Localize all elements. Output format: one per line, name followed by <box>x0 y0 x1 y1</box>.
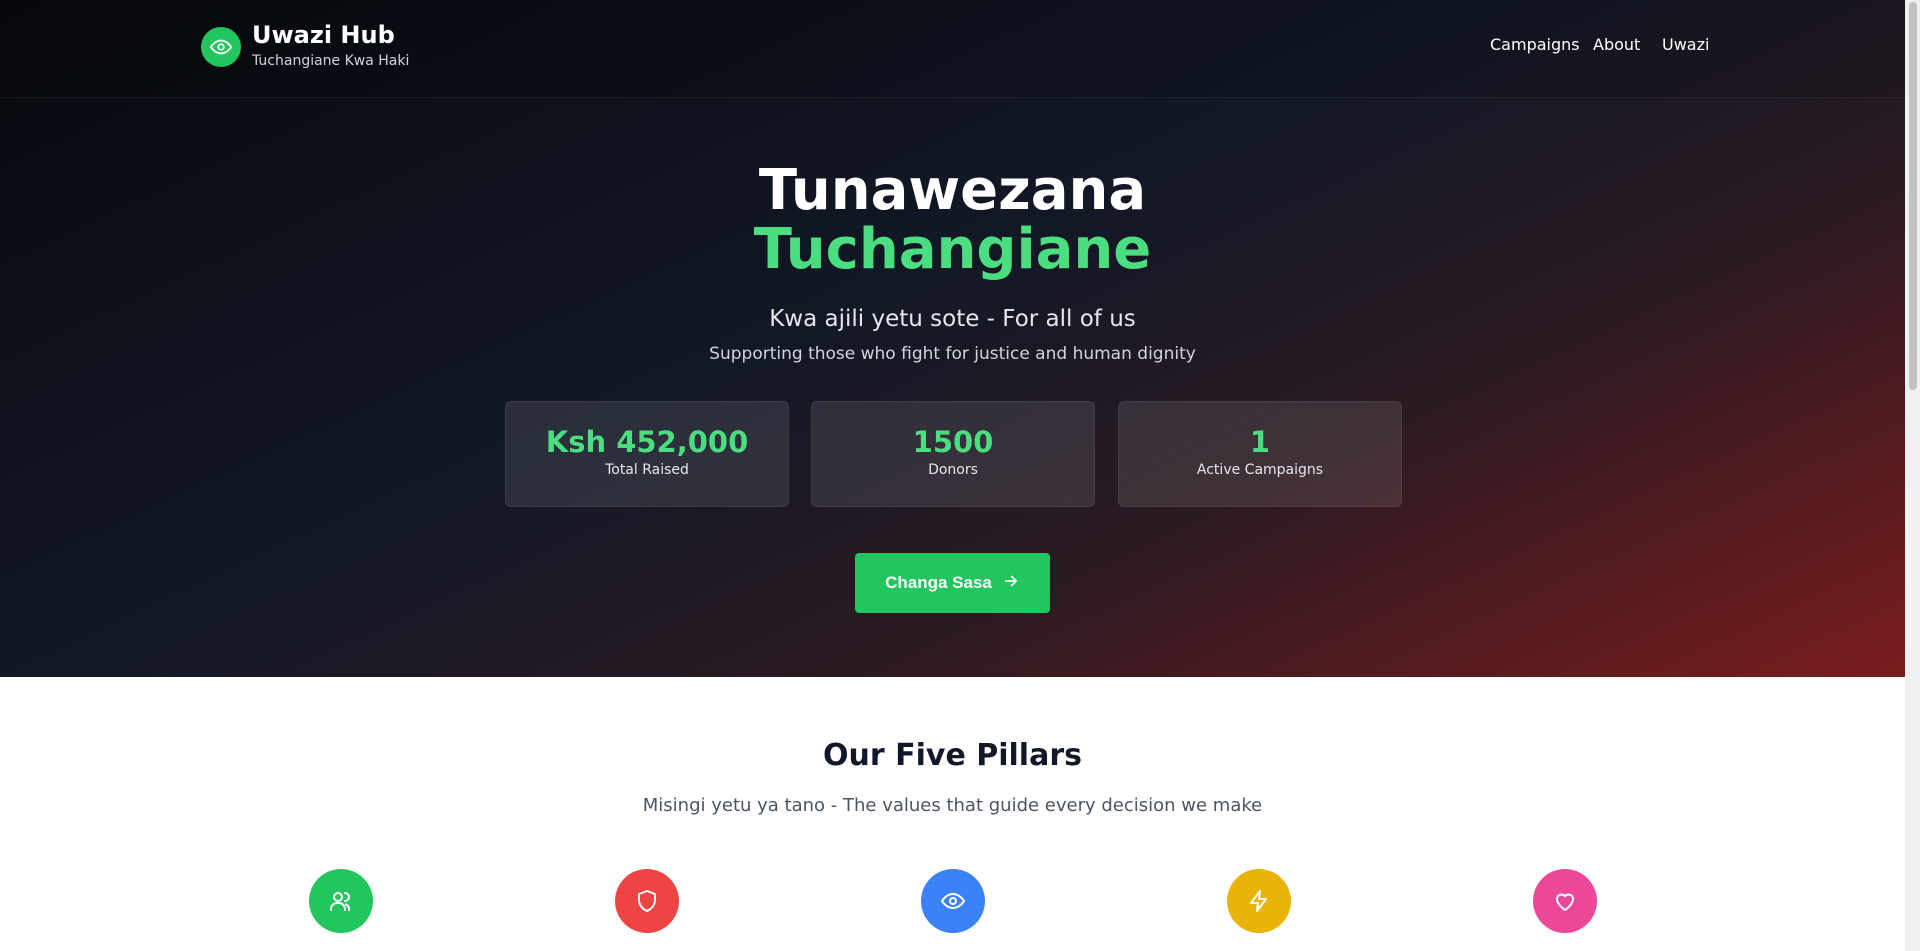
stat-value: 1 <box>1249 425 1271 459</box>
stat-label: Total Raised <box>605 462 689 478</box>
users-icon <box>309 869 373 933</box>
nav-link-campaigns[interactable]: Campaigns <box>1490 35 1580 54</box>
top-navigation: Uwazi Hub Tuchangiane Kwa Haki Campaigns… <box>0 0 1905 98</box>
brand-name[interactable]: Uwazi Hub <box>252 21 395 49</box>
cta-label: Changa Sasa <box>885 573 992 592</box>
arrow-right-icon <box>1002 572 1020 595</box>
hero-description: Supporting those who fight for justice a… <box>709 344 1196 364</box>
stat-card-total-raised: Ksh 452,000 Total Raised <box>505 401 789 507</box>
hero-title-line2: Tuchangiane <box>753 217 1152 282</box>
logo-eye-icon[interactable] <box>201 27 241 67</box>
lightning-icon <box>1227 869 1291 933</box>
stat-value: Ksh 452,000 <box>545 425 749 459</box>
nav-link-uwazi[interactable]: Uwazi <box>1662 35 1709 54</box>
brand-tagline: Tuchangiane Kwa Haki <box>252 53 410 69</box>
stat-label: Active Campaigns <box>1196 462 1324 478</box>
stat-card-donors: 1500 Donors <box>811 401 1095 507</box>
eye-icon <box>921 869 985 933</box>
stat-value: 1500 <box>912 425 994 459</box>
stat-card-active-campaigns: 1 Active Campaigns <box>1118 401 1402 507</box>
page: Uwazi Hub Tuchangiane Kwa Haki Campaigns… <box>0 0 1905 951</box>
hero-subtitle: Kwa ajili yetu sote - For all of us <box>769 306 1136 332</box>
scrollbar-thumb[interactable] <box>1909 2 1917 390</box>
shield-icon <box>615 869 679 933</box>
nav-link-about[interactable]: About <box>1593 35 1640 54</box>
changa-sasa-button[interactable]: Changa Sasa <box>855 553 1050 613</box>
hero-section: Uwazi Hub Tuchangiane Kwa Haki Campaigns… <box>0 0 1905 677</box>
pillars-title: Our Five Pillars <box>823 738 1082 773</box>
heart-icon <box>1533 869 1597 933</box>
pillars-subtitle: Misingi yetu ya tano - The values that g… <box>642 795 1263 816</box>
stat-label: Donors <box>928 462 978 478</box>
